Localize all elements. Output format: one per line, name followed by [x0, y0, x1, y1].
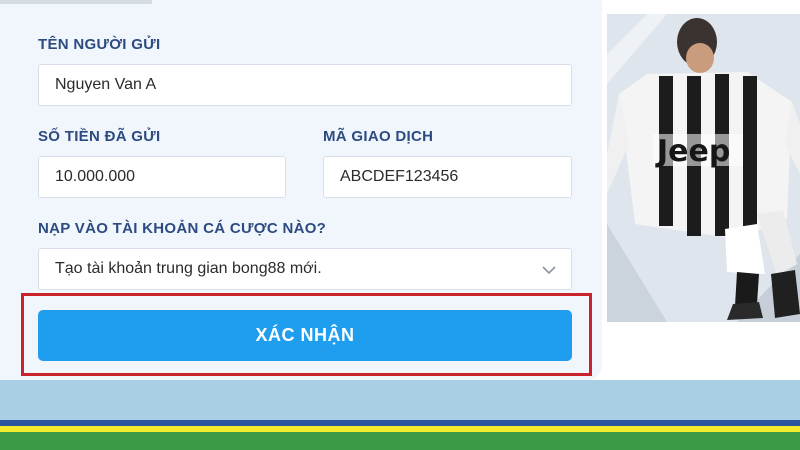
- footer-stripe-band: [0, 380, 800, 450]
- amount-label: SỐ TIỀN ĐÃ GỬI: [38, 128, 161, 145]
- amount-input[interactable]: 10.000.000: [38, 156, 286, 198]
- card-top-edge: [0, 0, 152, 4]
- account-select[interactable]: Tạo tài khoản trung gian bong88 mới.: [38, 248, 572, 290]
- transaction-code-input[interactable]: ABCDEF123456: [323, 156, 572, 198]
- account-label: NẠP VÀO TÀI KHOẢN CÁ CƯỢC NÀO?: [38, 220, 327, 237]
- footballer-promo-image: Jeep: [607, 14, 800, 322]
- sender-name-input[interactable]: Nguyen Van A: [38, 64, 572, 106]
- confirm-button[interactable]: XÁC NHẬN: [38, 310, 572, 361]
- deposit-form: TÊN NGƯỜI GỬI Nguyen Van A SỐ TIỀN ĐÃ GỬ…: [0, 0, 602, 380]
- account-select-value: Tạo tài khoản trung gian bong88 mới.: [55, 260, 322, 277]
- sender-name-label: TÊN NGƯỜI GỬI: [38, 36, 161, 53]
- jersey-sponsor-text: Jeep: [655, 134, 730, 169]
- transaction-code-label: MÃ GIAO DỊCH: [323, 128, 434, 145]
- chevron-down-icon: [542, 266, 556, 275]
